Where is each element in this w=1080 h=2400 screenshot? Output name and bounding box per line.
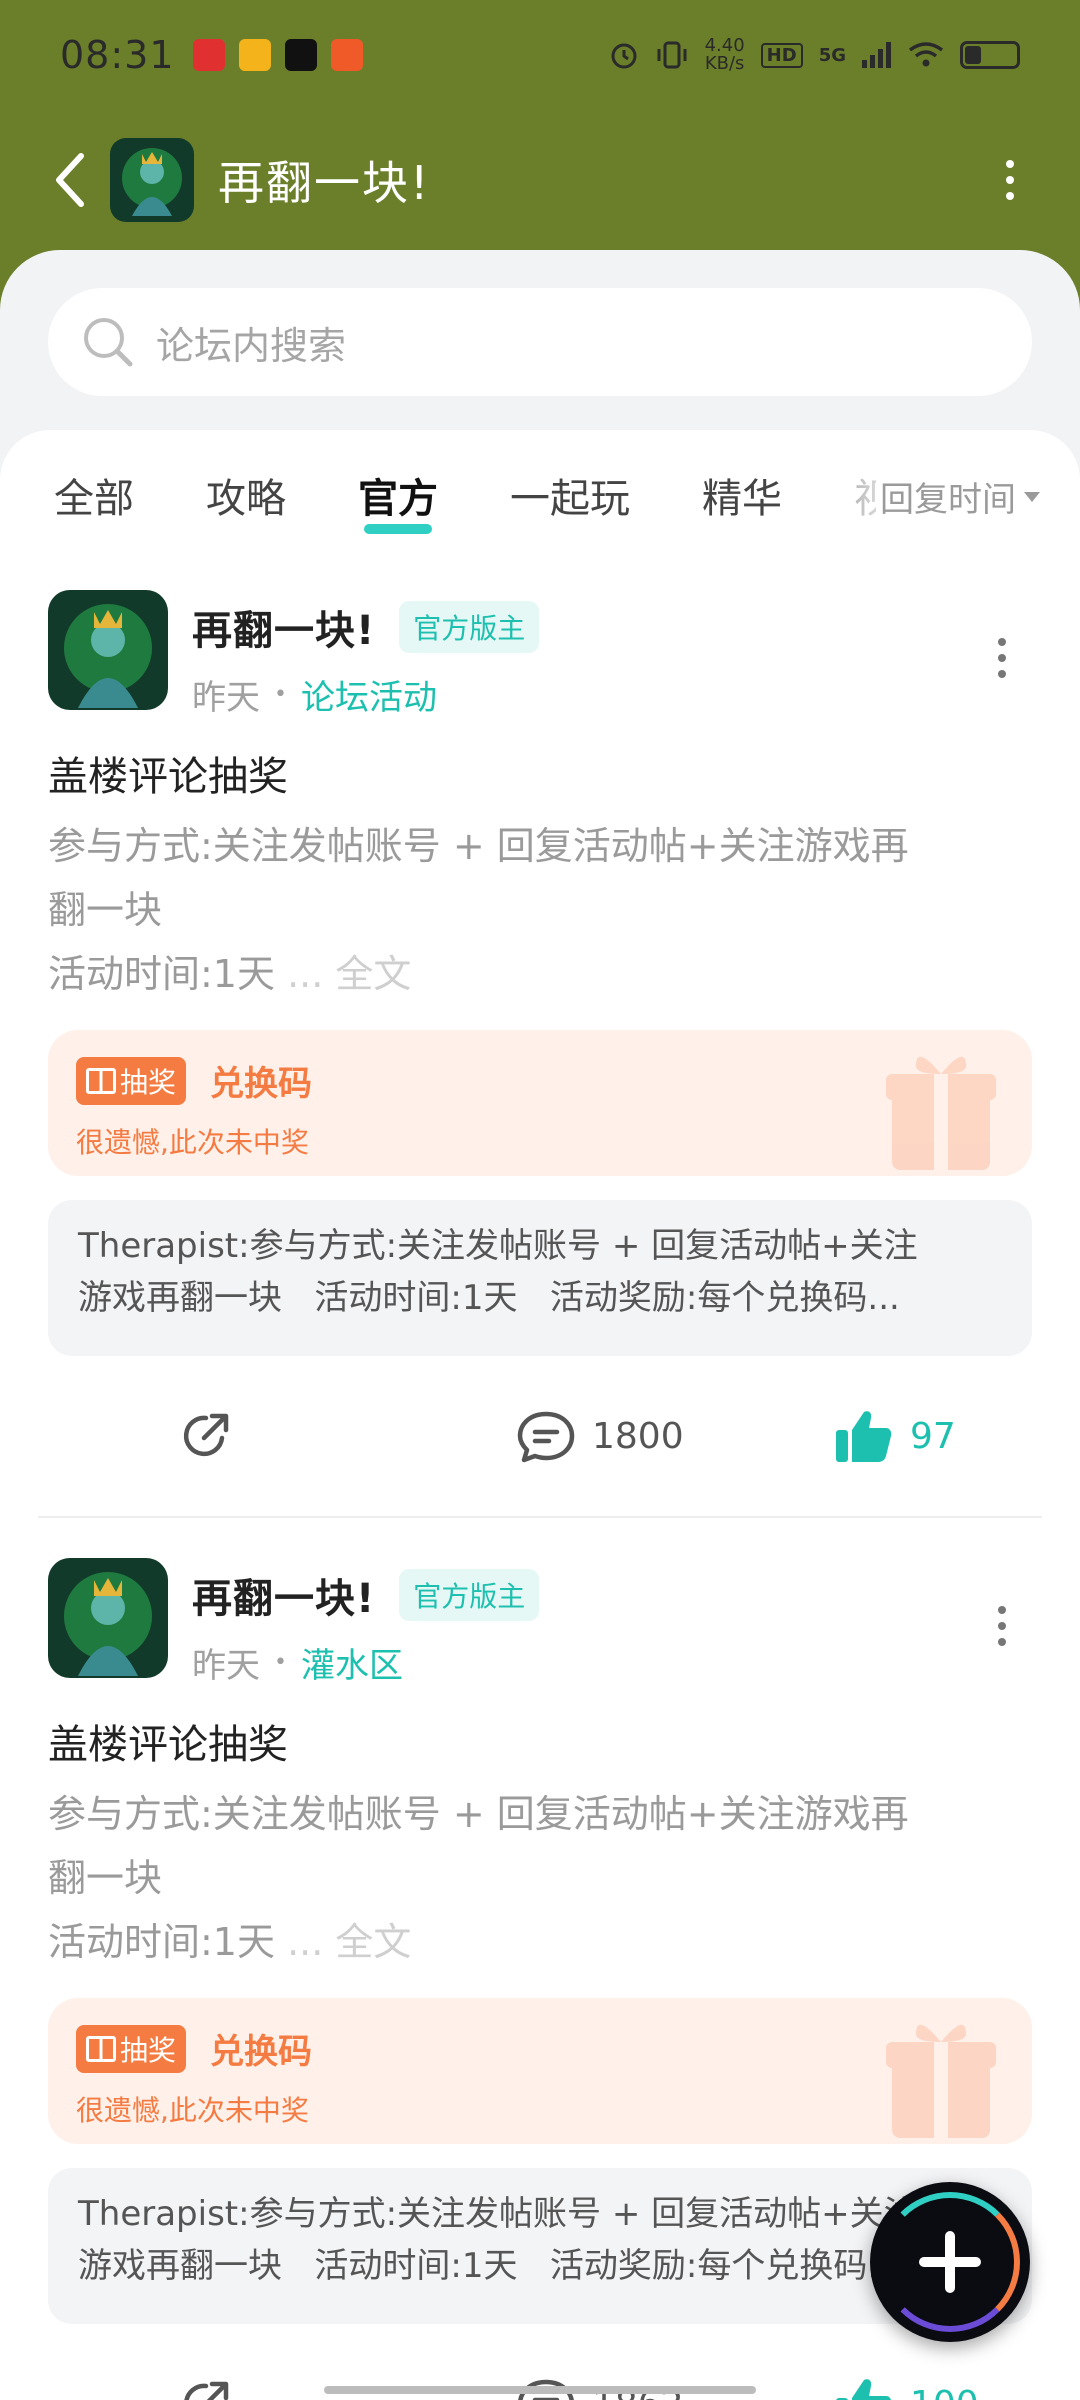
post-time: 昨天 <box>192 678 260 718</box>
weibo-icon <box>238 39 271 71</box>
post-title: 盖楼评论抽奖 <box>48 1722 288 1768</box>
comment-button[interactable]: 1800 <box>516 1408 684 1464</box>
create-post-button[interactable] <box>870 2182 1030 2342</box>
page-title: 再翻一块! <box>218 156 431 210</box>
lottery-prize: 兑换码 <box>210 1064 313 1104</box>
more-vertical-icon <box>998 1606 1006 1614</box>
status-app-icons <box>192 39 363 71</box>
search-placeholder: 论坛内搜索 <box>156 323 347 368</box>
battery-icon <box>960 41 1020 69</box>
moderator-badge: 官方版主 <box>399 601 540 653</box>
lottery-result: 很遗憾,此次未中奖 <box>76 1126 309 1159</box>
post-actions: 1800 97 <box>48 1356 1032 1516</box>
share-button[interactable] <box>178 1408 234 1464</box>
thumbs-up-icon <box>836 1411 892 1462</box>
forum-section-link[interactable]: 灌水区 <box>301 1638 403 1687</box>
forum-sheet: 论坛内搜索 全部 攻略 官方 一起玩 精华 视 回复时间 再翻一块! <box>0 250 1080 2400</box>
more-menu-button[interactable] <box>980 150 1040 210</box>
more-vertical-icon <box>998 638 1006 646</box>
vibrate-icon <box>657 41 687 69</box>
gift-icon <box>86 2035 116 2062</box>
thumbs-up-icon <box>836 2379 891 2400</box>
caret-down-icon <box>1024 491 1040 502</box>
share-icon <box>183 1413 229 1457</box>
home-indicator[interactable] <box>324 2386 756 2394</box>
signal-icon <box>862 42 891 68</box>
wifi-icon <box>908 42 944 67</box>
comment-count: 1800 <box>592 1415 684 1457</box>
author-name[interactable]: 再翻一块! <box>192 598 375 656</box>
post-meta: 昨天 • 灌水区 <box>192 1638 539 1687</box>
moderator-badge: 官方版主 <box>399 1569 540 1621</box>
author-name[interactable]: 再翻一块! <box>192 1566 375 1624</box>
sort-dropdown[interactable]: 回复时间 <box>850 472 1040 521</box>
author-info: 再翻一块! 官方版主 昨天 • 灌水区 <box>192 1566 540 1687</box>
lottery-prize: 兑换码 <box>210 2032 313 2072</box>
gift-icon <box>86 1067 116 1094</box>
read-full-link[interactable]: 全文 <box>335 952 411 996</box>
post-more-button[interactable] <box>998 638 1006 678</box>
search-input[interactable]: 论坛内搜索 <box>48 288 1032 396</box>
status-right: 4.40 KB/s HD 5G <box>609 37 1020 73</box>
post-header: 再翻一块! 官方版主 昨天 • 论坛活动 <box>48 590 1032 730</box>
gift-icon <box>886 1056 996 1170</box>
lottery-card[interactable]: 抽奖 兑换码 很遗憾,此次未中奖 <box>48 1998 1032 2144</box>
tab-all[interactable]: 全部 <box>54 466 134 524</box>
post-more-button[interactable] <box>998 1606 1006 1646</box>
more-vertical-icon <box>1006 160 1014 168</box>
network-speed: 4.40 KB/s <box>705 37 745 73</box>
like-button[interactable]: 97 <box>834 1408 956 1464</box>
gift-icon <box>886 2024 996 2138</box>
share-button[interactable] <box>178 2376 234 2400</box>
post-excerpt: 参与方式:关注发帖账号 + 回复活动帖+关注游戏再 翻一块 活动时间:1天 ..… <box>48 1792 909 1964</box>
lottery-result: 很遗憾,此次未中奖 <box>76 2094 309 2127</box>
post-card[interactable]: 再翻一块! 官方版主 昨天 • 论坛活动 盖楼评论抽奖 参与方式:关注发帖账号 … <box>0 590 1080 1516</box>
tiktok-icon <box>284 39 317 71</box>
plus-icon <box>919 2231 981 2293</box>
post-title: 盖楼评论抽奖 <box>48 754 288 800</box>
game-icon[interactable] <box>110 138 194 222</box>
tab-official[interactable]: 官方 <box>358 466 438 534</box>
post-divider <box>38 1516 1042 1518</box>
netease-music-icon <box>192 39 225 71</box>
status-time: 08:31 <box>60 33 175 77</box>
hd-badge: HD <box>760 42 803 68</box>
app-header: 再翻一块! <box>0 120 1080 240</box>
forum-section-link[interactable]: 论坛活动 <box>301 670 437 719</box>
share-icon <box>184 2381 229 2400</box>
lottery-badge: 抽奖 <box>76 1056 187 1105</box>
tab-featured[interactable]: 精华 <box>702 466 782 524</box>
author-info: 再翻一块! 官方版主 昨天 • 论坛活动 <box>192 598 540 719</box>
lottery-card[interactable]: 抽奖 兑换码 很遗憾,此次未中奖 <box>48 1030 1032 1176</box>
lottery-badge: 抽奖 <box>76 2024 187 2073</box>
author-avatar[interactable] <box>48 590 168 710</box>
alarm-icon <box>611 43 637 69</box>
back-button[interactable] <box>40 150 100 210</box>
comment-icon <box>517 1411 575 1463</box>
like-count: 100 <box>910 2384 979 2400</box>
network-speed-unit: KB/s <box>704 53 745 74</box>
top-comment[interactable]: Therapist:参与方式:关注发帖账号 + 回复活动帖+关注 游戏再翻一块 … <box>48 1200 1032 1356</box>
tab-guides[interactable]: 攻略 <box>206 466 286 524</box>
post-time: 昨天 <box>192 1646 260 1686</box>
post-header: 再翻一块! 官方版主 昨天 • 灌水区 <box>48 1558 1032 1698</box>
chevron-left-icon <box>56 153 84 207</box>
tab-play-together[interactable]: 一起玩 <box>510 466 630 524</box>
post-list-panel: 全部 攻略 官方 一起玩 精华 视 回复时间 再翻一块! 官方版主 <box>0 430 1080 2400</box>
securities-app-icon <box>330 39 363 71</box>
category-tabs: 全部 攻略 官方 一起玩 精华 视 回复时间 <box>0 430 1080 560</box>
author-avatar[interactable] <box>48 1558 168 1678</box>
like-button[interactable]: 100 <box>834 2376 979 2400</box>
search-icon <box>84 318 133 367</box>
post-meta: 昨天 • 论坛活动 <box>192 670 539 719</box>
like-count: 97 <box>910 1415 956 1457</box>
read-full-link[interactable]: 全文 <box>335 1920 411 1964</box>
signal-label: 5G <box>818 44 846 66</box>
status-bar: 08:31 4.40 KB/s HD 5G <box>0 0 1080 110</box>
sort-label: 回复时间 <box>880 480 1016 520</box>
post-excerpt: 参与方式:关注发帖账号 + 回复活动帖+关注游戏再 翻一块 活动时间:1天 ..… <box>48 824 909 996</box>
